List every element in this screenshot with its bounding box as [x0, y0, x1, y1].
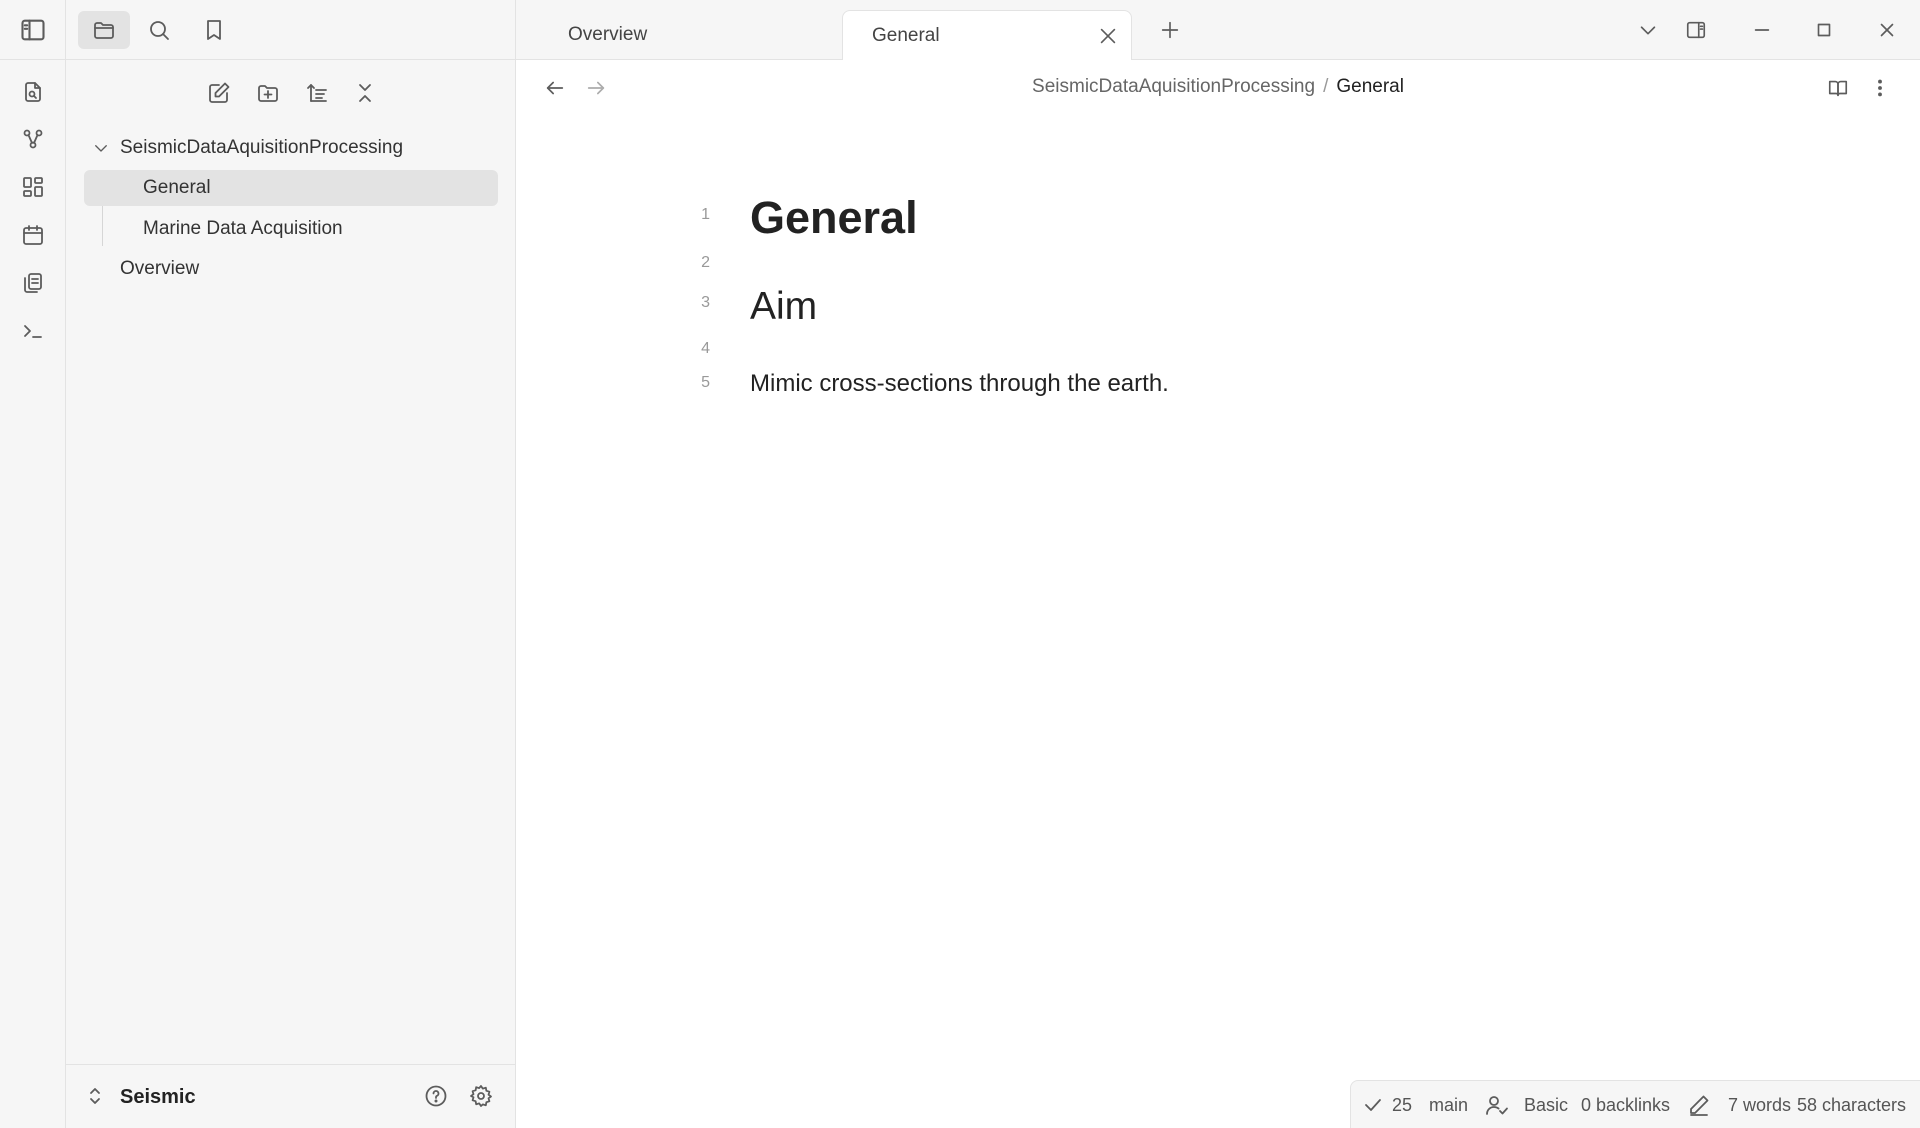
status-bar: 25 main Basic 0 backlinks 7 words 58 cha…: [1350, 1080, 1920, 1128]
mode-label[interactable]: Basic: [1524, 1095, 1568, 1116]
calendar-icon[interactable]: [18, 220, 48, 250]
new-folder-icon[interactable]: [253, 78, 283, 108]
word-count: 7 words: [1728, 1095, 1792, 1115]
open-quick-switcher-icon[interactable]: [18, 77, 48, 107]
line-number: 1: [701, 206, 710, 223]
sidebar-tabs: [66, 0, 515, 60]
minimize-icon[interactable]: [1748, 16, 1776, 44]
file-label: Marine Data Acquisition: [143, 218, 343, 239]
sort-icon[interactable]: [302, 78, 332, 108]
help-icon[interactable]: [421, 1081, 451, 1111]
heading-2[interactable]: Aim: [750, 285, 817, 329]
heading-1[interactable]: General: [750, 192, 918, 244]
sync-count[interactable]: 25: [1392, 1095, 1412, 1116]
tab-label: General: [872, 25, 940, 46]
editor[interactable]: 1 General 2 3 Aim 4 5 Mimic cross-sectio…: [516, 116, 1920, 1076]
bookmark-icon[interactable]: [188, 11, 240, 49]
sync-check-icon[interactable]: [1361, 1093, 1385, 1117]
tree-folder[interactable]: SeismicDataAquisitionProcessing: [120, 130, 500, 166]
sidebar-toggle-icon[interactable]: [19, 18, 47, 42]
tab-general[interactable]: General: [842, 10, 1132, 61]
more-options-icon[interactable]: [1866, 74, 1894, 102]
settings-icon[interactable]: [466, 1081, 496, 1111]
files-icon[interactable]: [78, 11, 130, 49]
vault-switcher[interactable]: Seismic: [66, 1064, 515, 1128]
tab-bar: Overview General: [516, 0, 1920, 61]
new-tab-icon[interactable]: [1156, 16, 1184, 44]
tab-label: Overview: [568, 24, 648, 45]
tab-overview[interactable]: Overview: [528, 10, 828, 60]
line-number: 2: [701, 254, 710, 271]
close-tab-icon[interactable]: [1097, 25, 1119, 47]
breadcrumb-separator: /: [1323, 76, 1329, 97]
ribbon: [0, 0, 66, 1128]
file-explorer-sidebar: SeismicDataAquisitionProcessing General …: [66, 0, 516, 1128]
templates-icon[interactable]: [18, 268, 48, 298]
vault-name[interactable]: Seismic: [120, 1086, 196, 1109]
search-icon[interactable]: [133, 11, 185, 49]
line-number: 3: [701, 294, 710, 311]
breadcrumb-folder[interactable]: SeismicDataAquisitionProcessing: [1032, 76, 1315, 97]
breadcrumb-current[interactable]: General: [1336, 76, 1404, 97]
file-label: General: [143, 177, 211, 198]
git-branch[interactable]: main: [1429, 1095, 1468, 1116]
tree-file-general[interactable]: General: [84, 170, 498, 206]
terminal-icon[interactable]: [18, 316, 48, 346]
canvas-icon[interactable]: [18, 172, 48, 202]
chevron-down-icon[interactable]: [92, 139, 110, 157]
folder-label: SeismicDataAquisitionProcessing: [120, 137, 404, 158]
tree-file-marine-data-acquisition[interactable]: Marine Data Acquisition: [84, 211, 498, 247]
line-number: 5: [701, 374, 710, 391]
breadcrumb: SeismicDataAquisitionProcessing / General: [516, 76, 1920, 98]
character-count: 58 characters: [1797, 1095, 1907, 1115]
tab-list-chevron-icon[interactable]: [1634, 16, 1662, 44]
file-label: Overview: [120, 258, 200, 279]
line-number: 4: [701, 340, 710, 357]
right-sidebar-toggle-icon[interactable]: [1682, 16, 1710, 44]
graph-view-icon[interactable]: [18, 124, 48, 154]
collapse-all-icon[interactable]: [350, 78, 380, 108]
chevron-up-down-icon[interactable]: [80, 1081, 110, 1111]
paragraph[interactable]: Mimic cross-sections through the earth.: [750, 370, 1169, 398]
file-explorer-actions: [66, 74, 515, 110]
tree-file-overview[interactable]: Overview: [84, 251, 498, 287]
close-window-icon[interactable]: [1873, 16, 1901, 44]
maximize-icon[interactable]: [1810, 16, 1838, 44]
new-note-icon[interactable]: [204, 78, 234, 108]
edit-pencil-icon[interactable]: [1687, 1093, 1711, 1117]
backlinks-count[interactable]: 0 backlinks: [1581, 1095, 1670, 1116]
view-header: SeismicDataAquisitionProcessing / General: [516, 60, 1920, 116]
user-check-icon[interactable]: [1485, 1093, 1509, 1117]
divider: [0, 59, 66, 60]
reading-view-icon[interactable]: [1824, 74, 1852, 102]
